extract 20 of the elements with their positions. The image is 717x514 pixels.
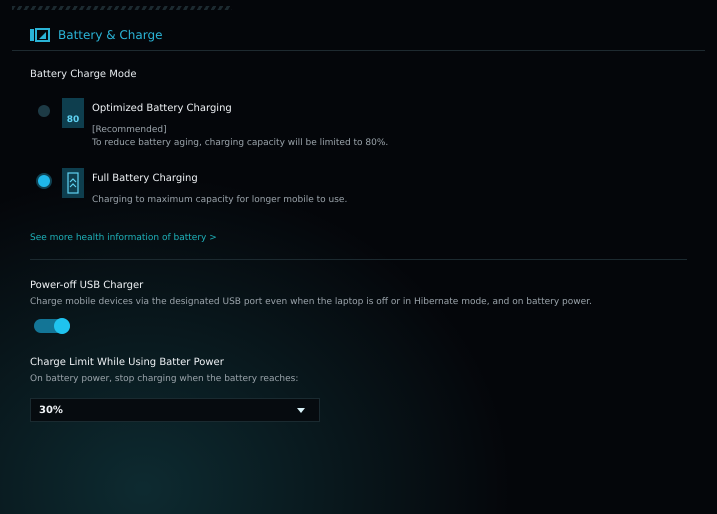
option-label: Full Battery Charging — [92, 173, 199, 184]
battery-80-icon: 80 — [62, 98, 84, 128]
option-description: Charging to maximum capacity for longer mobile to use. — [92, 195, 348, 205]
radio-button[interactable] — [38, 175, 50, 187]
toggle-switch[interactable] — [34, 319, 70, 333]
charge-limit-dropdown[interactable]: 30% — [30, 398, 320, 422]
setting-description: On battery power, stop charging when the battery reaches: — [30, 373, 300, 386]
radio-button[interactable] — [38, 105, 50, 117]
option-description: To reduce battery aging, charging capacity will be limited to 80%. — [92, 138, 388, 148]
health-info-link[interactable]: See more health information of battery > — [30, 233, 217, 243]
setting-description: Charge mobile devices via the designated USB port even when the laptop is off or in Hibernate mode, and on battery power. — [30, 296, 593, 309]
setting-title: Charge Limit While Using Batter Power — [30, 357, 225, 368]
section-title: Battery & Charge — [58, 28, 162, 42]
caret-icon — [297, 408, 305, 412]
option-description: [Recommended] — [92, 125, 168, 135]
setting-title: Power-off USB Charger — [30, 280, 144, 291]
option-label: Optimized Battery Charging — [92, 103, 233, 114]
group-title: Battery Charge Mode — [30, 69, 138, 80]
battery-charging-icon — [62, 168, 84, 198]
battery-app-icon — [30, 28, 50, 42]
